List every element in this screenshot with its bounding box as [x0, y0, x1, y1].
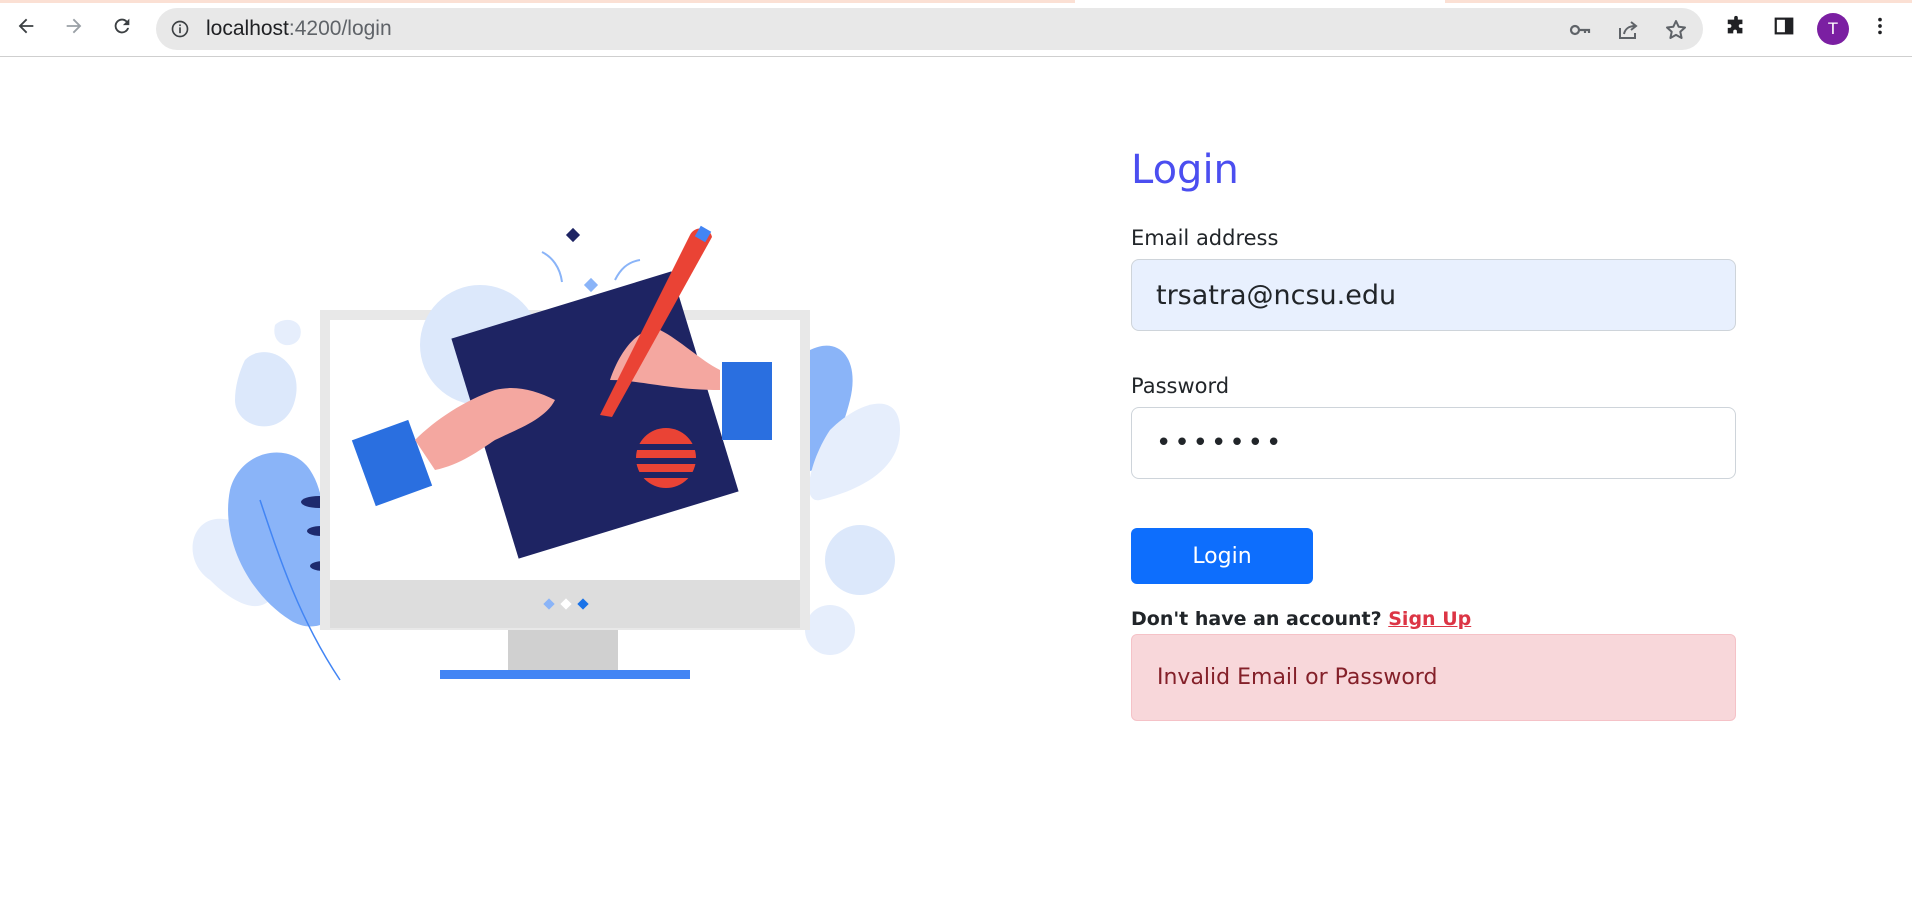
signup-link[interactable]: Sign Up — [1388, 608, 1471, 630]
kebab-menu-icon — [1878, 17, 1882, 35]
back-button[interactable] — [11, 11, 41, 41]
password-field[interactable]: ••••••• — [1131, 407, 1736, 479]
signup-prompt: Don't have an account? Sign Up — [1131, 606, 1736, 632]
password-key-button[interactable] — [1568, 18, 1592, 42]
profile-avatar[interactable]: T — [1817, 13, 1849, 45]
url-path: :4200/login — [288, 17, 392, 40]
reload-button[interactable] — [107, 11, 137, 41]
login-illustration — [192, 225, 900, 681]
error-alert: Invalid Email or Password — [1131, 634, 1736, 721]
login-form: Login Email address trsatra@ncsu.edu Pas… — [1131, 140, 1736, 721]
email-label: Email address — [1131, 226, 1279, 250]
address-bar[interactable]: localhost:4200/login — [156, 8, 1703, 50]
bookmark-star-icon — [1666, 20, 1686, 39]
url-text[interactable]: localhost:4200/login — [206, 8, 392, 50]
browser-toolbar: localhost:4200/login T — [0, 0, 1912, 57]
extensions-puzzle-icon — [1727, 15, 1743, 34]
page-title: Login — [1131, 147, 1239, 193]
monitor-stand — [508, 630, 618, 670]
url-host: localhost — [206, 17, 289, 40]
reload-icon — [114, 18, 130, 34]
email-field[interactable]: trsatra@ncsu.edu — [1131, 259, 1736, 331]
side-panel-icon — [1774, 17, 1794, 35]
login-button[interactable]: Login — [1131, 528, 1313, 584]
share-icon — [1619, 21, 1638, 39]
no-account-text: Don't have an account? — [1131, 608, 1382, 630]
forward-arrow-icon — [66, 18, 82, 34]
monitor-base — [440, 670, 690, 679]
email-value: trsatra@ncsu.edu — [1156, 279, 1397, 311]
error-message: Invalid Email or Password — [1157, 665, 1438, 690]
site-info-icon[interactable] — [170, 19, 190, 39]
key-icon — [1569, 24, 1591, 36]
share-button[interactable] — [1616, 18, 1640, 42]
side-panel-button[interactable] — [1769, 11, 1799, 41]
forward-button[interactable] — [59, 11, 89, 41]
browser-menu-button[interactable] — [1865, 11, 1895, 41]
password-value: ••••••• — [1156, 428, 1285, 458]
password-label: Password — [1131, 374, 1230, 398]
extensions-button[interactable] — [1721, 11, 1751, 41]
back-arrow-icon — [18, 18, 34, 34]
loading-indicator — [0, 0, 1912, 3]
bookmark-button[interactable] — [1664, 18, 1688, 42]
